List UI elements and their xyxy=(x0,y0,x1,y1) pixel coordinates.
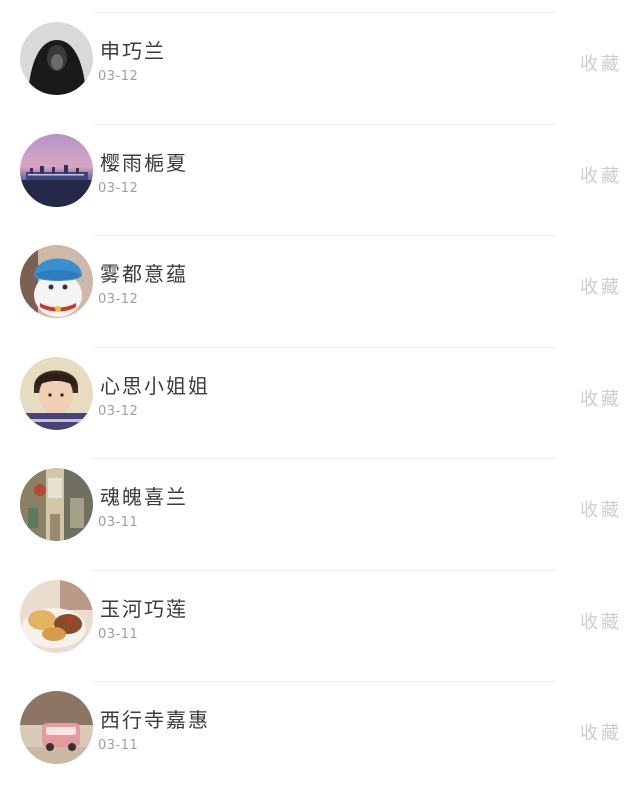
contact-date: 03-11 xyxy=(98,626,139,642)
list-item[interactable]: 申巧兰 03-12 收藏 xyxy=(0,0,640,112)
city-skyline-avatar-icon[interactable] xyxy=(20,133,93,207)
favorite-button[interactable]: 收藏 xyxy=(580,50,622,76)
contact-date: 03-12 xyxy=(98,292,139,307)
list-item[interactable]: 雾都意蕴 03-12 收藏 xyxy=(0,223,640,335)
contact-name: 西行寺嘉惠 xyxy=(100,708,210,732)
favorite-button[interactable]: 收藏 xyxy=(580,273,622,299)
contact-date: 03-12 xyxy=(98,403,139,419)
contact-name: 申巧兰 xyxy=(100,39,166,63)
favorite-button[interactable]: 收藏 xyxy=(580,608,622,634)
list-item[interactable]: 西行寺嘉惠 03-11 收藏 xyxy=(0,669,640,781)
cat-in-hat-avatar-icon[interactable] xyxy=(20,245,93,318)
list-item[interactable]: 玉河巧莲 03-11 收藏 xyxy=(0,558,640,670)
contact-name: 心思小姐姐 xyxy=(100,373,210,398)
favorite-button[interactable]: 收藏 xyxy=(580,162,622,188)
favorite-button[interactable]: 收藏 xyxy=(580,719,622,745)
boy-portrait-avatar-icon[interactable] xyxy=(20,356,93,430)
pink-van-avatar-icon[interactable] xyxy=(20,691,93,764)
favorite-button[interactable]: 收藏 xyxy=(580,385,622,411)
contact-date: 03-12 xyxy=(98,180,139,196)
contact-date: 03-11 xyxy=(98,738,139,753)
street-scene-avatar-icon[interactable] xyxy=(20,468,93,541)
contact-date: 03-12 xyxy=(98,69,139,84)
contact-date: 03-11 xyxy=(98,515,139,530)
list-item[interactable]: 魂魄喜兰 03-11 收藏 xyxy=(0,446,640,558)
food-plate-avatar-icon[interactable] xyxy=(20,579,93,653)
contact-name: 玉河巧莲 xyxy=(100,596,188,621)
hooded-person-avatar-icon[interactable] xyxy=(20,22,93,95)
contact-name: 雾都意蕴 xyxy=(100,262,188,286)
contact-name: 魂魄喜兰 xyxy=(100,485,188,509)
contact-name: 樱雨梔夏 xyxy=(100,150,188,175)
list-item[interactable]: 樱雨梔夏 03-12 收藏 xyxy=(0,112,640,224)
list-item[interactable]: 心思小姐姐 03-12 收藏 xyxy=(0,335,640,447)
favorite-button[interactable]: 收藏 xyxy=(580,496,622,522)
contact-list: 申巧兰 03-12 收藏 樱雨梔夏 03-12 收藏 雾都意蕴 03-12 收藏… xyxy=(0,0,640,785)
